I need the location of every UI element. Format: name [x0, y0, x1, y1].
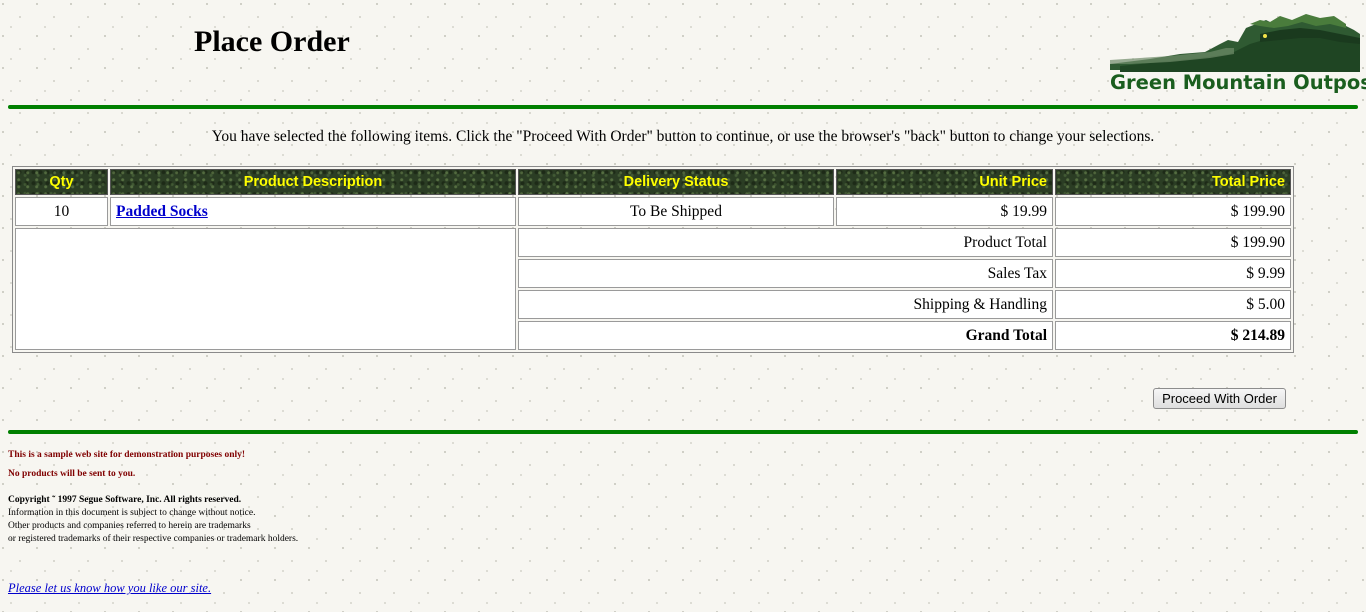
proceed-with-order-button[interactable]: Proceed With Order [1153, 388, 1286, 409]
product-total-value: $ 199.90 [1055, 228, 1291, 257]
item-unit-price: $ 19.99 [836, 197, 1053, 226]
intro-text: You have selected the following items. C… [211, 128, 1155, 145]
grand-total-value: $ 214.89 [1055, 321, 1291, 350]
notice-line-3: or registered trademarks of their respec… [8, 534, 299, 544]
table-header-row: Qty Product Description Delivery Status … [15, 169, 1291, 195]
sales-tax-label: Sales Tax [518, 259, 1053, 288]
copyright-block: Copyright ˜ 1997 Segue Software, Inc. Al… [8, 494, 298, 546]
table-row: 10 Padded Socks To Be Shipped $ 19.99 $ … [15, 197, 1291, 226]
item-delivery-status: To Be Shipped [518, 197, 834, 226]
qty-header: Qty [15, 169, 108, 195]
item-qty: 10 [15, 197, 108, 226]
notice-line-2: Other products and companies referred to… [8, 521, 251, 531]
mountain-logo-icon [1110, 14, 1360, 72]
logo-text: Green Mountain Outpost [1110, 71, 1366, 94]
page-title: Place Order [194, 25, 350, 58]
order-table: Qty Product Description Delivery Status … [12, 166, 1294, 353]
shipping-value: $ 5.00 [1055, 290, 1291, 319]
item-description-cell: Padded Socks [110, 197, 516, 226]
total-price-header: Total Price [1055, 169, 1291, 195]
logo: Green Mountain Outpost [1110, 14, 1366, 96]
description-header: Product Description [110, 169, 516, 195]
disclaimer-no-products: No products will be sent to you. [8, 469, 136, 479]
product-total-label: Product Total [518, 228, 1053, 257]
top-divider [8, 105, 1358, 109]
shipping-label: Shipping & Handling [518, 290, 1053, 319]
disclaimer-demo: This is a sample web site for demonstrat… [8, 450, 246, 460]
footer: This is a sample web site for demonstrat… [8, 450, 298, 546]
item-total-price: $ 199.90 [1055, 197, 1291, 226]
summary-row-product-total: Product Total $ 199.90 [15, 228, 1291, 350]
delivery-status-header: Delivery Status [518, 169, 834, 195]
grand-total-label: Grand Total [518, 321, 1053, 350]
bottom-divider [8, 430, 1358, 434]
sales-tax-value: $ 9.99 [1055, 259, 1291, 288]
notice-line-1: Information in this document is subject … [8, 508, 256, 518]
copyright-line: Copyright ˜ 1997 Segue Software, Inc. Al… [8, 495, 242, 505]
feedback-link[interactable]: Please let us know how you like our site… [8, 581, 211, 596]
unit-price-header: Unit Price [836, 169, 1053, 195]
summary-spacer [15, 228, 516, 350]
product-link-padded-socks[interactable]: Padded Socks [116, 203, 208, 220]
